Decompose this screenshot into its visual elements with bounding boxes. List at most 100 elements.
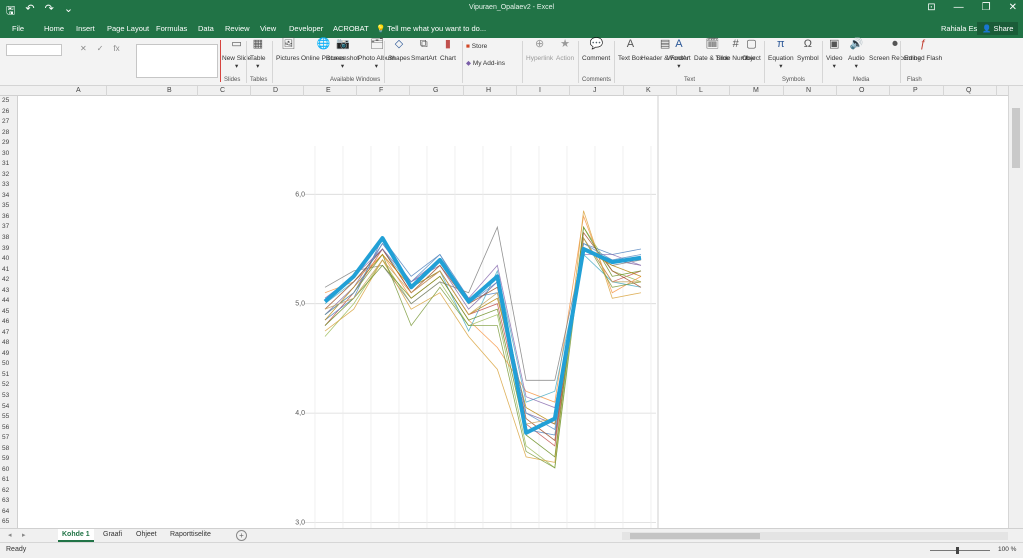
row-header[interactable]: 28: [2, 129, 9, 136]
row-header[interactable]: 51: [2, 371, 9, 378]
audio-button[interactable]: 🔊 Audio ▾: [848, 39, 865, 71]
cancel-icon[interactable]: ✕: [80, 44, 87, 56]
comment-button[interactable]: 💬 Comment: [582, 39, 610, 63]
vertical-scrollbar[interactable]: [1008, 86, 1023, 528]
screenshot-button[interactable]: 📷 Screenshot ▾: [326, 39, 359, 71]
row-header[interactable]: 45: [2, 308, 9, 315]
tab-insert[interactable]: Insert: [76, 24, 95, 33]
column-header-p[interactable]: P: [913, 87, 918, 94]
row-header[interactable]: 35: [2, 202, 9, 209]
tab-formulas[interactable]: Formulas: [156, 24, 187, 33]
row-header[interactable]: 29: [2, 139, 9, 146]
close-icon[interactable]: ✕: [1009, 2, 1017, 13]
vertical-scroll-thumb[interactable]: [1012, 108, 1020, 168]
row-header[interactable]: 63: [2, 497, 9, 504]
zoom-level[interactable]: 100 %: [998, 546, 1016, 553]
column-header-m[interactable]: M: [753, 87, 759, 94]
column-header-h[interactable]: H: [486, 87, 491, 94]
share-button[interactable]: 👤 Share: [977, 22, 1019, 35]
row-header[interactable]: 55: [2, 413, 9, 420]
column-header-l[interactable]: L: [699, 87, 703, 94]
worksheet-grid[interactable]: 6,0 5,0 4,0 3,0: [18, 96, 1008, 528]
row-header[interactable]: 41: [2, 266, 9, 273]
sheet-tab-ohjeet[interactable]: Ohjeet: [132, 529, 161, 542]
textbox-button[interactable]: A Text Box: [618, 39, 643, 63]
chart-button[interactable]: ▮ Chart: [440, 39, 456, 63]
enter-icon[interactable]: ✓: [97, 44, 104, 56]
column-header-o[interactable]: O: [859, 87, 864, 94]
pictures-button[interactable]: 🖼 Pictures: [276, 39, 299, 63]
row-header[interactable]: 58: [2, 445, 9, 452]
column-header-j[interactable]: J: [593, 87, 597, 94]
column-header-q[interactable]: Q: [966, 87, 971, 94]
row-header[interactable]: 27: [2, 118, 9, 125]
zoom-slider[interactable]: [930, 550, 990, 551]
row-header[interactable]: 47: [2, 329, 9, 336]
row-header[interactable]: 33: [2, 181, 9, 188]
column-header-g[interactable]: G: [433, 87, 438, 94]
column-header-a[interactable]: A: [76, 87, 81, 94]
add-sheet-button[interactable]: +: [236, 530, 247, 541]
tab-view[interactable]: View: [260, 24, 276, 33]
row-header[interactable]: 40: [2, 255, 9, 262]
tell-me-box[interactable]: 💡 Tell me what you want to do...: [376, 24, 486, 33]
column-header-b[interactable]: B: [167, 87, 172, 94]
sheet-tab-kohde-1[interactable]: Kohde 1: [58, 529, 94, 542]
row-header[interactable]: 30: [2, 150, 9, 157]
tab-page-layout[interactable]: Page Layout: [107, 24, 149, 33]
wordart-button[interactable]: A WordArt ▾: [667, 39, 691, 71]
row-header[interactable]: 34: [2, 192, 9, 199]
equation-button[interactable]: π Equation ▾: [768, 39, 794, 71]
hyperlink-button[interactable]: ⊕ Hyperlink: [526, 39, 553, 63]
sheet-tab-raporttiselite[interactable]: Raporttiselite: [166, 529, 215, 542]
row-header[interactable]: 36: [2, 213, 9, 220]
row-header[interactable]: 50: [2, 360, 9, 367]
tab-data[interactable]: Data: [198, 24, 214, 33]
user-name[interactable]: Rahiala Esa: [941, 24, 981, 33]
horizontal-scroll-thumb[interactable]: [630, 533, 760, 539]
row-header[interactable]: 60: [2, 466, 9, 473]
row-header[interactable]: 25: [2, 97, 9, 104]
row-header[interactable]: 57: [2, 434, 9, 441]
row-header[interactable]: 64: [2, 508, 9, 515]
row-header[interactable]: 43: [2, 287, 9, 294]
store-button[interactable]: ■ Store: [466, 43, 487, 50]
my-addins-button[interactable]: ◆ My Add-ins: [466, 59, 505, 67]
row-header[interactable]: 53: [2, 392, 9, 399]
tab-file[interactable]: File: [12, 24, 24, 33]
restore-icon[interactable]: ❐: [982, 2, 991, 13]
tab-home[interactable]: Home: [44, 24, 64, 33]
tab-review[interactable]: Review: [225, 24, 250, 33]
function-icon[interactable]: fx: [113, 44, 119, 56]
row-header[interactable]: 59: [2, 455, 9, 462]
column-header-d[interactable]: D: [273, 87, 278, 94]
formula-input[interactable]: [136, 44, 218, 78]
column-header-n[interactable]: N: [806, 87, 811, 94]
row-header[interactable]: 54: [2, 403, 9, 410]
row-header[interactable]: 39: [2, 245, 9, 252]
row-header[interactable]: 52: [2, 381, 9, 388]
column-header-e[interactable]: E: [326, 87, 331, 94]
sheet-next-icon[interactable]: ▸: [22, 531, 26, 539]
row-header[interactable]: 46: [2, 318, 9, 325]
row-header[interactable]: 62: [2, 487, 9, 494]
tab-developer[interactable]: Developer: [289, 24, 323, 33]
column-header-c[interactable]: C: [220, 87, 225, 94]
row-header[interactable]: 65: [2, 518, 9, 525]
shapes-button[interactable]: ◇ Shapes: [388, 39, 410, 63]
minimize-icon[interactable]: —: [954, 2, 964, 13]
row-header[interactable]: 56: [2, 424, 9, 431]
row-header[interactable]: 49: [2, 350, 9, 357]
row-header[interactable]: 38: [2, 234, 9, 241]
row-header[interactable]: 37: [2, 223, 9, 230]
action-button[interactable]: ★ Action: [556, 39, 574, 63]
horizontal-scrollbar[interactable]: [622, 532, 1008, 540]
row-header[interactable]: 31: [2, 160, 9, 167]
line-chart[interactable]: 6,0 5,0 4,0 3,0: [18, 96, 1008, 528]
row-header[interactable]: 48: [2, 339, 9, 346]
tab-acrobat[interactable]: ACROBAT: [333, 24, 369, 33]
column-header-k[interactable]: K: [646, 87, 651, 94]
embed-flash-button[interactable]: ƒ Embed Flash: [904, 39, 942, 63]
row-header[interactable]: 32: [2, 171, 9, 178]
row-header[interactable]: 26: [2, 108, 9, 115]
